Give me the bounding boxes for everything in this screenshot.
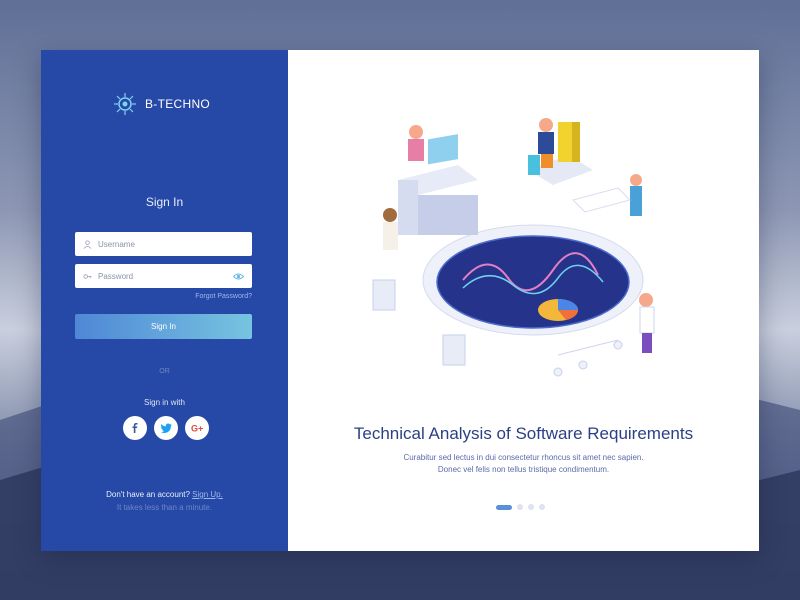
username-input[interactable] xyxy=(98,239,244,249)
forgot-password-link[interactable]: Forgot Password? xyxy=(195,293,252,300)
google-plus-icon: G+ xyxy=(191,424,203,434)
hero-subtext-line-2: Donec vel felis non tellus tristique con… xyxy=(437,465,610,474)
hero-subtext-line-1: Curabitur sed lectus in dui consectetur … xyxy=(403,453,644,462)
carousel-dot[interactable] xyxy=(528,504,534,510)
signin-title: Sign In xyxy=(145,195,184,209)
carousel-dot[interactable] xyxy=(517,504,523,510)
key-icon xyxy=(83,273,92,279)
data-analysis-illustration xyxy=(372,118,655,377)
signup-prompt-text: Don't have an account? xyxy=(106,490,190,499)
username-field[interactable] xyxy=(75,232,252,256)
svg-text:G+: G+ xyxy=(191,424,203,434)
hero-headline: Technical Analysis of Software Requireme… xyxy=(353,424,694,443)
brand-name: B-TECHNO xyxy=(145,97,211,111)
twitter-icon xyxy=(160,423,171,433)
hero-subtext: Curabitur sed lectus in dui consectetur … xyxy=(288,452,759,476)
twitter-button[interactable] xyxy=(154,416,178,440)
signup-note: It takes less than a minute. xyxy=(116,503,213,512)
facebook-icon xyxy=(132,423,138,433)
signin-button[interactable]: Sign In xyxy=(75,314,252,339)
chip-icon xyxy=(114,93,136,115)
login-card: B-TECHNO Sign In Forgot Password? Sign xyxy=(41,50,759,551)
brand: B-TECHNO xyxy=(113,92,210,116)
eye-icon[interactable] xyxy=(233,271,244,282)
signin-with-label: Sign in with xyxy=(144,398,185,407)
hero-panel: Technical Analysis of Software Requireme… xyxy=(288,50,759,551)
social-buttons: G+ xyxy=(123,416,209,440)
carousel-dot[interactable] xyxy=(496,504,512,510)
or-divider: OR xyxy=(159,368,170,375)
carousel-dot[interactable] xyxy=(539,504,545,510)
signin-panel: B-TECHNO Sign In Forgot Password? Sign xyxy=(41,50,288,551)
signup-prompt: Don't have an account? Sign Up. xyxy=(41,490,288,499)
user-icon xyxy=(83,239,92,249)
signup-link[interactable]: Sign Up. xyxy=(192,490,223,499)
carousel-dots xyxy=(496,504,545,510)
password-field[interactable] xyxy=(75,264,252,288)
password-input[interactable] xyxy=(98,271,227,281)
google-plus-button[interactable]: G+ xyxy=(185,416,209,440)
facebook-button[interactable] xyxy=(123,416,147,440)
